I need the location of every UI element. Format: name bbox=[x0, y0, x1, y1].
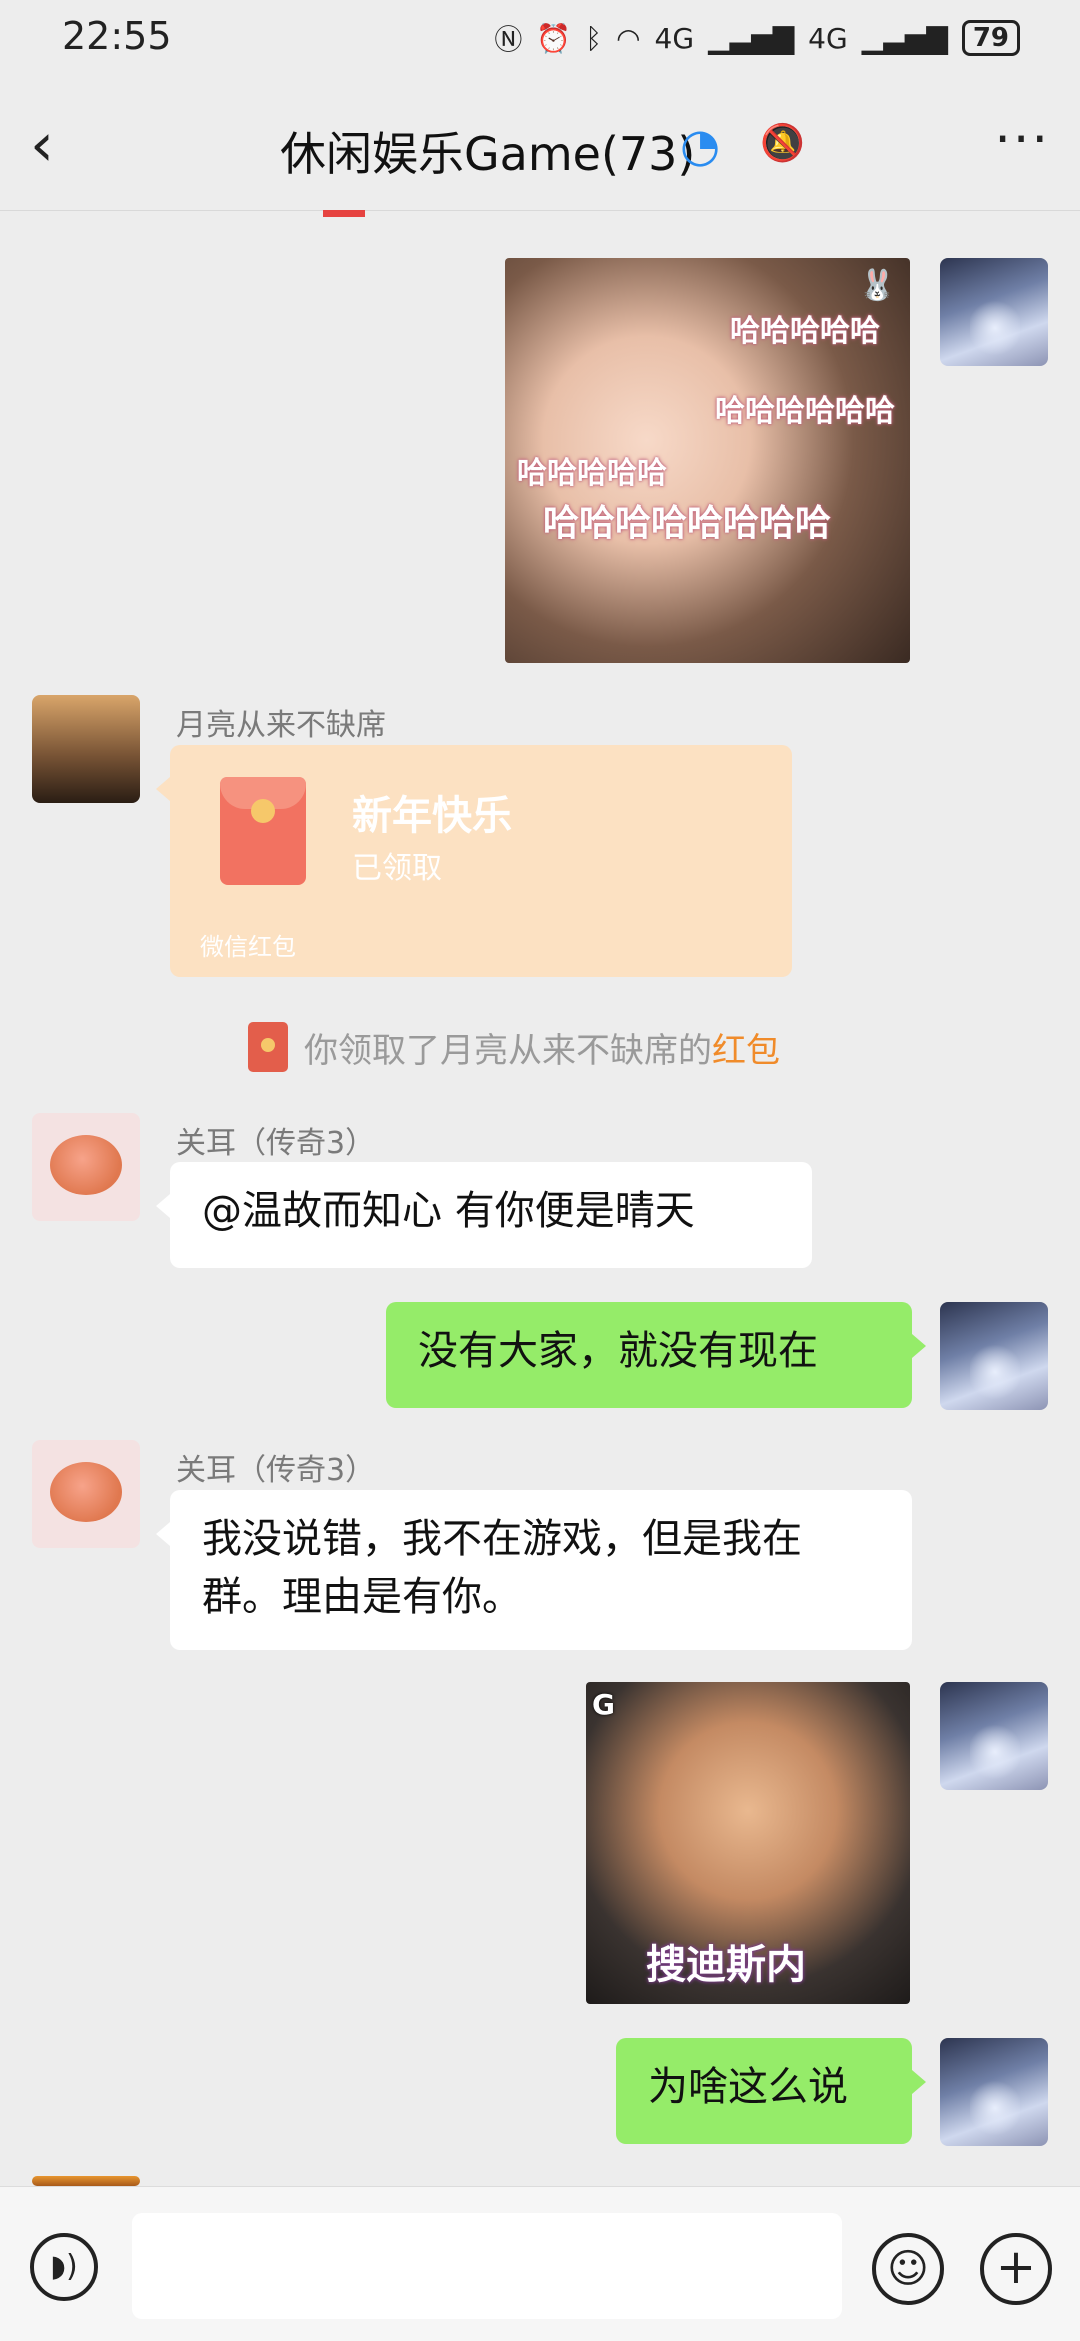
system-notice: 你领取了月亮从来不缺席的 红包 bbox=[248, 1022, 780, 1072]
more-options-button[interactable]: ··· bbox=[994, 110, 1050, 170]
system-notice-text: 你领取了月亮从来不缺席的 bbox=[304, 1030, 712, 1071]
mute-bell-icon: 🔕 bbox=[760, 123, 805, 164]
message-input[interactable] bbox=[132, 2213, 842, 2319]
sticker-caption: 哈哈哈哈哈哈哈哈 bbox=[543, 503, 832, 544]
avatar-self[interactable] bbox=[940, 258, 1048, 366]
sticker-caption: 搜迪斯内 bbox=[646, 1942, 806, 1988]
sender-name: 关耳（传奇3） bbox=[176, 1126, 376, 1161]
back-button[interactable]: ‹ bbox=[30, 110, 100, 180]
chat-header: ‹ 休闲娱乐Game(73) ◔ 🔕 ··· bbox=[0, 80, 1080, 211]
g-logo-icon: G bbox=[592, 1688, 615, 1721]
message-text: 为啥这么说 bbox=[648, 2064, 848, 2110]
avatar-pig[interactable] bbox=[32, 1440, 140, 1548]
status-bar: 22:55 Ⓝ ⏰ ᛒ ◠ 4G ▁▃▅▇ 4G ▁▃▅▇ 79 bbox=[0, 0, 1080, 80]
sender-name: 月亮从来不缺席 bbox=[176, 708, 386, 743]
battery-indicator: 79 bbox=[961, 20, 1020, 56]
avatar-pig[interactable] bbox=[32, 1113, 140, 1221]
signal-bars-icon: ▁▃▅▇ bbox=[708, 21, 795, 55]
sticker-caption: 哈哈哈哈哈 bbox=[517, 456, 667, 491]
red-packet-card[interactable]: 新年快乐 已领取 微信红包 bbox=[156, 745, 792, 977]
message-bubble-self[interactable]: 没有大家，就没有现在 bbox=[386, 1302, 926, 1408]
sticker-caption: 哈哈哈哈哈 bbox=[730, 314, 880, 349]
message-bubble-self[interactable]: 为啥这么说 bbox=[616, 2038, 926, 2144]
avatar-self[interactable] bbox=[940, 1302, 1048, 1410]
wifi-icon: ◠ bbox=[616, 21, 641, 55]
red-packet-link[interactable]: 红包 bbox=[712, 1023, 780, 1072]
sticker-image-laughing-man[interactable]: G 搜迪斯内 bbox=[586, 1682, 910, 2004]
message-text: @温故而知心 有你便是晴天 bbox=[202, 1188, 695, 1234]
message-text: 没有大家，就没有现在 bbox=[418, 1328, 818, 1374]
status-time: 22:55 bbox=[62, 14, 172, 58]
scroll-indicator bbox=[323, 210, 365, 217]
message-text: 我没说错，我不在游戏，但是我在 bbox=[202, 1516, 802, 1562]
red-packet-status: 已领取 bbox=[352, 851, 442, 886]
sender-name: 关耳（传奇3） bbox=[176, 1453, 376, 1488]
red-packet-footer: 微信红包 bbox=[200, 933, 296, 961]
signal-icon-2: 4G bbox=[808, 21, 848, 55]
emoji-button[interactable]: ☺ bbox=[872, 2233, 944, 2305]
more-actions-button[interactable]: + bbox=[980, 2233, 1052, 2305]
input-bar: ◗) ☺ + bbox=[0, 2186, 1080, 2341]
signal-icon-1: 4G bbox=[654, 21, 695, 55]
bunny-icon: 🐰 bbox=[858, 268, 896, 303]
chat-title: 休闲娱乐Game(73) bbox=[280, 127, 696, 181]
nfc-icon: Ⓝ bbox=[494, 23, 523, 56]
avatar-partial bbox=[32, 2176, 140, 2186]
red-packet-title: 新年快乐 bbox=[352, 793, 512, 839]
red-envelope-icon bbox=[220, 777, 306, 885]
status-icons: Ⓝ ⏰ ᛒ ◠ 4G ▁▃▅▇ 4G ▁▃▅▇ 79 bbox=[494, 18, 1020, 58]
avatar-self[interactable] bbox=[940, 1682, 1048, 1790]
message-bubble[interactable]: @温故而知心 有你便是晴天 bbox=[156, 1162, 812, 1268]
signal-bars-icon: ▁▃▅▇ bbox=[861, 21, 948, 55]
sticker-caption: 哈哈哈哈哈哈 bbox=[715, 394, 895, 429]
sticker-image-laughing-girl[interactable]: 🐰 哈哈哈哈哈 哈哈哈哈哈哈 哈哈哈哈哈 哈哈哈哈哈哈哈哈 bbox=[505, 258, 910, 663]
avatar-moon[interactable] bbox=[32, 695, 140, 803]
avatar-self[interactable] bbox=[940, 2038, 1048, 2146]
message-text: 群。理由是有你。 bbox=[202, 1574, 522, 1620]
bluetooth-icon: ᛒ bbox=[585, 21, 603, 55]
alarm-icon: ⏰ bbox=[536, 21, 572, 55]
red-envelope-icon bbox=[248, 1022, 288, 1072]
voice-input-button[interactable]: ◗) bbox=[30, 2233, 98, 2301]
group-chat-icon: ◔ bbox=[680, 118, 721, 172]
message-bubble[interactable]: 我没说错，我不在游戏，但是我在 群。理由是有你。 bbox=[156, 1490, 912, 1650]
